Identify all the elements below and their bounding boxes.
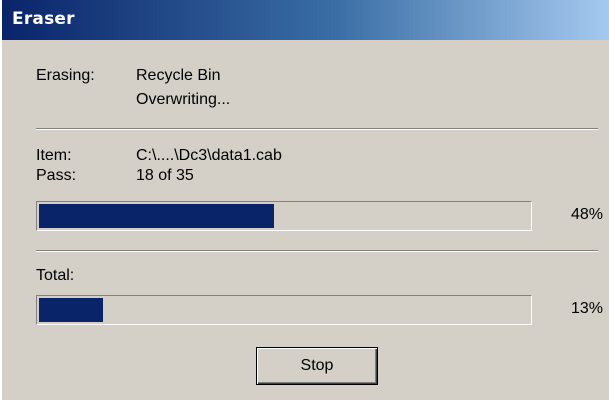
erasing-target: Recycle Bin [136,67,221,84]
item-progress-bar [36,201,532,231]
title-bar[interactable]: Eraser [2,0,609,40]
erasing-action: Overwriting... [136,91,231,108]
pass-value: 18 of 35 [136,167,194,184]
window-title: Eraser [12,9,75,29]
eraser-dialog: Eraser Erasing: Recycle Bin Overwriting.… [0,0,609,400]
total-progress-fill [39,298,103,322]
separator-bottom [36,250,598,252]
item-progress-fill [39,204,274,228]
item-progress-percent: 48% [570,206,603,223]
total-progress-percent: 13% [570,300,603,317]
total-progress-bar [36,295,532,325]
total-label: Total: [36,267,75,284]
item-label: Item: [36,147,72,164]
separator-top [36,128,598,130]
stop-button[interactable]: Stop [256,347,378,385]
item-value: C:\....\Dc3\data1.cab [136,147,282,164]
pass-label: Pass: [36,167,77,184]
erasing-label: Erasing: [36,67,95,84]
